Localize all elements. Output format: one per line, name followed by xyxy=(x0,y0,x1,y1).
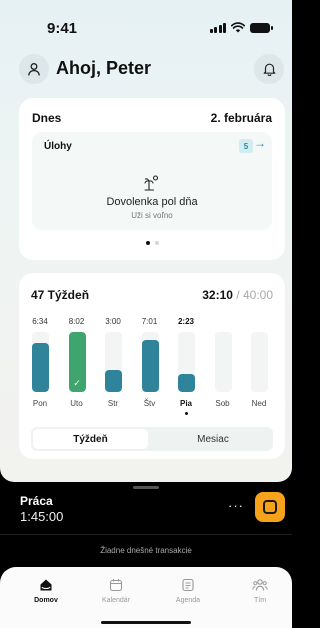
tab-bar: Domov Kalendár Agenda Tím xyxy=(0,567,292,628)
tab-label: Tím xyxy=(253,597,267,604)
day-label: Pia xyxy=(179,399,192,408)
arrow-right-icon[interactable]: → xyxy=(254,136,266,150)
day-bar-pia[interactable]: 2:23 Pia xyxy=(174,317,198,417)
tab-label: Kalendár xyxy=(101,597,131,604)
tab-agenda[interactable]: Agenda xyxy=(158,576,218,610)
home-icon xyxy=(37,576,55,594)
bar-track xyxy=(141,332,159,392)
week-hours: 32:10 / 40:00 xyxy=(202,288,273,302)
day-bar-štv[interactable]: 7:01 Štv xyxy=(138,317,162,417)
day-hours: 6:34 xyxy=(32,317,48,326)
tab-label: Agenda xyxy=(175,597,201,604)
hours-target: 40:00 xyxy=(242,288,273,302)
day-bar-pon[interactable]: 6:34 Pon xyxy=(28,317,52,417)
page-indicator[interactable] xyxy=(19,241,285,245)
status-icons xyxy=(209,22,273,33)
bar-track: ✓ xyxy=(68,332,86,392)
user-icon xyxy=(28,63,40,76)
segment-week[interactable]: Týždeň xyxy=(33,429,148,449)
bar-track xyxy=(214,332,232,392)
page-dot[interactable] xyxy=(154,241,159,245)
bar-fill xyxy=(178,374,195,392)
today-date: 2. februára xyxy=(210,111,272,125)
tasks-panel[interactable]: Úlohy 5 → Dovolenka pol dňa Uži si voľno xyxy=(32,132,272,230)
check-icon: ✓ xyxy=(73,378,81,388)
vacation-subtitle: Uži si voľno xyxy=(131,211,173,220)
home-indicator xyxy=(101,621,191,624)
bar-fill xyxy=(141,340,159,392)
app-screen: 9:41 Ahoj, Peter Dnes 2. februára Úlohy … xyxy=(0,0,292,628)
tab-calendar[interactable]: Kalendár xyxy=(86,576,146,610)
day-label: Uto xyxy=(70,399,83,408)
greeting-title: Ahoj, Peter xyxy=(56,58,152,78)
day-label: Sob xyxy=(215,399,230,408)
bell-icon xyxy=(263,63,275,76)
tracker-label: Práca xyxy=(20,494,53,508)
tab-home[interactable]: Domov xyxy=(16,576,76,610)
status-bar: 9:41 xyxy=(0,0,292,44)
day-bar-str[interactable]: 3:00 Str xyxy=(101,317,125,417)
day-hours: 2:23 xyxy=(177,317,194,326)
drag-handle[interactable] xyxy=(133,486,159,489)
wifi-icon xyxy=(231,22,245,33)
segment-month[interactable]: Mesiac xyxy=(153,427,273,451)
signal-icon xyxy=(209,22,226,33)
vacation-title: Dovolenka pol dňa xyxy=(106,196,198,208)
tab-team[interactable]: Tím xyxy=(230,576,290,610)
bar-track xyxy=(178,332,195,392)
bar-fill: ✓ xyxy=(68,332,86,392)
vacation-icon-wrap xyxy=(32,175,272,191)
divider xyxy=(0,534,292,535)
bar-track xyxy=(32,332,49,392)
day-hours: 3:00 xyxy=(105,317,121,326)
beach-icon xyxy=(144,175,159,191)
day-label: Štv xyxy=(143,399,156,408)
tab-label: Domov xyxy=(34,597,58,604)
status-time: 9:41 xyxy=(47,20,78,37)
day-label: Ned xyxy=(251,399,267,408)
day-bar-uto[interactable]: 8:02 ✓ Uto xyxy=(65,317,89,417)
day-bar-ned[interactable]: Ned xyxy=(247,317,271,417)
day-label: Str xyxy=(107,399,119,408)
bar-fill xyxy=(105,370,122,392)
week-card: 47 Týždeň 32:10 / 40:00 6:34 Pon 8:02 ✓ Uto 3… xyxy=(19,273,285,459)
agenda-icon xyxy=(179,576,197,594)
battery-icon xyxy=(250,22,273,33)
tasks-label: Úlohy xyxy=(44,141,72,152)
today-card: Dnes 2. februára Úlohy 5 → Dovolenka pol… xyxy=(19,98,285,260)
top-area: 9:41 Ahoj, Peter Dnes 2. februára Úlohy … xyxy=(0,0,292,482)
day-hours: 7:01 xyxy=(141,317,158,326)
day-bar-sob[interactable]: Sob xyxy=(211,317,235,417)
bar-track xyxy=(251,332,268,392)
tasks-count-badge: 5 xyxy=(239,139,253,153)
calendar-icon xyxy=(107,576,125,594)
day-label: Pon xyxy=(32,399,48,408)
week-bar-chart: 6:34 Pon 8:02 ✓ Uto 3:00 Str 7:01 Štv 2:23 Pia Sob N… xyxy=(28,317,278,417)
week-title: 47 Týždeň xyxy=(31,288,90,302)
page-dot-active[interactable] xyxy=(145,241,150,245)
bar-track xyxy=(105,332,122,392)
team-icon xyxy=(251,576,269,594)
header: Ahoj, Peter xyxy=(19,54,284,84)
more-button[interactable]: ··· xyxy=(228,498,244,513)
notifications-button[interactable] xyxy=(254,54,284,84)
stop-button[interactable] xyxy=(255,492,285,522)
day-hours: 8:02 xyxy=(68,317,85,326)
today-title: Dnes xyxy=(32,111,62,125)
empty-transactions: Žiadne dnešné transakcie xyxy=(100,546,192,555)
period-switch: Mesiac Týždeň xyxy=(31,427,273,451)
bar-fill xyxy=(32,343,49,392)
current-day-dot xyxy=(185,412,188,415)
profile-button[interactable] xyxy=(19,54,49,84)
tracker-time: 1:45:00 xyxy=(20,509,64,524)
stop-icon xyxy=(263,500,277,514)
hours-done: 32:10 xyxy=(202,288,233,302)
